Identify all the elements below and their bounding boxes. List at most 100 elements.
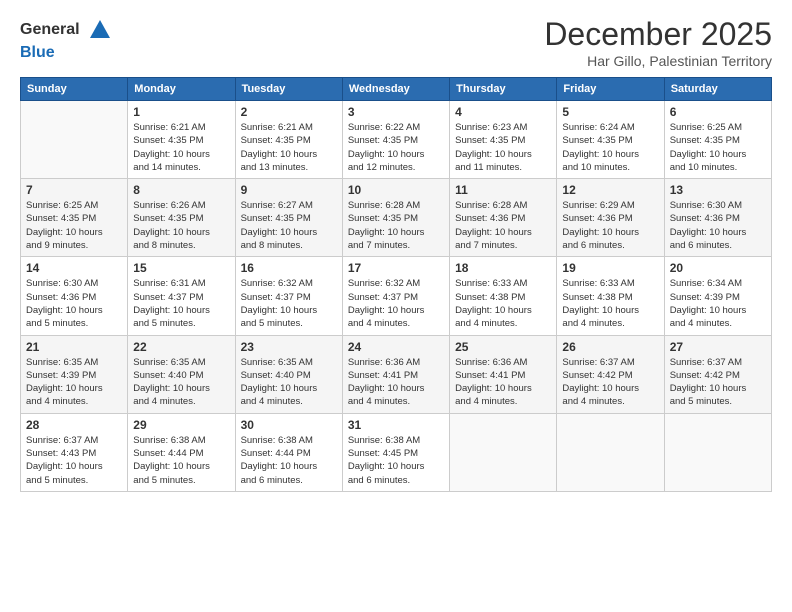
day-info: Sunrise: 6:35 AM Sunset: 4:40 PM Dayligh…: [133, 356, 229, 409]
day-info: Sunrise: 6:25 AM Sunset: 4:35 PM Dayligh…: [670, 121, 766, 174]
calendar-cell: 27 Sunrise: 6:37 AM Sunset: 4:42 PM Dayli…: [664, 335, 771, 413]
calendar-cell: 25 Sunrise: 6:36 AM Sunset: 4:41 PM Dayli…: [450, 335, 557, 413]
calendar-cell: 22 Sunrise: 6:35 AM Sunset: 4:40 PM Dayli…: [128, 335, 235, 413]
calendar-cell: 1 Sunrise: 6:21 AM Sunset: 4:35 PM Daylig…: [128, 101, 235, 179]
day-number: 7: [26, 183, 122, 197]
day-number: 3: [348, 105, 444, 119]
logo: General Blue: [20, 16, 114, 62]
day-info: Sunrise: 6:27 AM Sunset: 4:35 PM Dayligh…: [241, 199, 337, 252]
day-info: Sunrise: 6:24 AM Sunset: 4:35 PM Dayligh…: [562, 121, 658, 174]
calendar-week-row: 7 Sunrise: 6:25 AM Sunset: 4:35 PM Daylig…: [21, 179, 772, 257]
day-info: Sunrise: 6:31 AM Sunset: 4:37 PM Dayligh…: [133, 277, 229, 330]
calendar-cell: 12 Sunrise: 6:29 AM Sunset: 4:36 PM Dayli…: [557, 179, 664, 257]
day-info: Sunrise: 6:36 AM Sunset: 4:41 PM Dayligh…: [455, 356, 551, 409]
day-number: 11: [455, 183, 551, 197]
day-number: 28: [26, 418, 122, 432]
day-info: Sunrise: 6:22 AM Sunset: 4:35 PM Dayligh…: [348, 121, 444, 174]
calendar-header-row: SundayMondayTuesdayWednesdayThursdayFrid…: [21, 78, 772, 101]
calendar-cell: [21, 101, 128, 179]
day-number: 25: [455, 340, 551, 354]
day-number: 21: [26, 340, 122, 354]
day-number: 27: [670, 340, 766, 354]
calendar-cell: 10 Sunrise: 6:28 AM Sunset: 4:35 PM Dayli…: [342, 179, 449, 257]
day-number: 31: [348, 418, 444, 432]
calendar-cell: 7 Sunrise: 6:25 AM Sunset: 4:35 PM Daylig…: [21, 179, 128, 257]
day-number: 30: [241, 418, 337, 432]
day-number: 22: [133, 340, 229, 354]
calendar-cell: 3 Sunrise: 6:22 AM Sunset: 4:35 PM Daylig…: [342, 101, 449, 179]
day-number: 2: [241, 105, 337, 119]
calendar-cell: [450, 413, 557, 491]
calendar-header-saturday: Saturday: [664, 78, 771, 101]
day-number: 19: [562, 261, 658, 275]
day-info: Sunrise: 6:38 AM Sunset: 4:45 PM Dayligh…: [348, 434, 444, 487]
day-number: 29: [133, 418, 229, 432]
calendar-cell: 31 Sunrise: 6:38 AM Sunset: 4:45 PM Dayli…: [342, 413, 449, 491]
day-info: Sunrise: 6:21 AM Sunset: 4:35 PM Dayligh…: [241, 121, 337, 174]
day-info: Sunrise: 6:26 AM Sunset: 4:35 PM Dayligh…: [133, 199, 229, 252]
calendar-header-thursday: Thursday: [450, 78, 557, 101]
calendar-cell: 5Sunrise: 6:24 AM Sunset: 4:35 PM Daylig…: [557, 101, 664, 179]
calendar-cell: 16 Sunrise: 6:32 AM Sunset: 4:37 PM Dayli…: [235, 257, 342, 335]
day-info: Sunrise: 6:30 AM Sunset: 4:36 PM Dayligh…: [670, 199, 766, 252]
day-number: 17: [348, 261, 444, 275]
day-number: 16: [241, 261, 337, 275]
day-info: Sunrise: 6:33 AM Sunset: 4:38 PM Dayligh…: [562, 277, 658, 330]
day-number: 9: [241, 183, 337, 197]
calendar-cell: 14Sunrise: 6:30 AM Sunset: 4:36 PM Dayli…: [21, 257, 128, 335]
header: General Blue December 2025 Har Gillo, Pa…: [20, 16, 772, 69]
month-title: December 2025: [544, 16, 772, 53]
calendar-cell: 20 Sunrise: 6:34 AM Sunset: 4:39 PM Dayli…: [664, 257, 771, 335]
day-info: Sunrise: 6:37 AM Sunset: 4:43 PM Dayligh…: [26, 434, 122, 487]
calendar-table: SundayMondayTuesdayWednesdayThursdayFrid…: [20, 77, 772, 492]
day-info: Sunrise: 6:23 AM Sunset: 4:35 PM Dayligh…: [455, 121, 551, 174]
day-info: Sunrise: 6:37 AM Sunset: 4:42 PM Dayligh…: [670, 356, 766, 409]
day-number: 6: [670, 105, 766, 119]
day-info: Sunrise: 6:21 AM Sunset: 4:35 PM Dayligh…: [133, 121, 229, 174]
day-info: Sunrise: 6:34 AM Sunset: 4:39 PM Dayligh…: [670, 277, 766, 330]
day-number: 23: [241, 340, 337, 354]
day-info: Sunrise: 6:25 AM Sunset: 4:35 PM Dayligh…: [26, 199, 122, 252]
calendar-cell: 6 Sunrise: 6:25 AM Sunset: 4:35 PM Daylig…: [664, 101, 771, 179]
calendar-cell: 4Sunrise: 6:23 AM Sunset: 4:35 PM Daylig…: [450, 101, 557, 179]
calendar-cell: 2 Sunrise: 6:21 AM Sunset: 4:35 PM Daylig…: [235, 101, 342, 179]
calendar-cell: 9 Sunrise: 6:27 AM Sunset: 4:35 PM Daylig…: [235, 179, 342, 257]
day-number: 13: [670, 183, 766, 197]
day-number: 12: [562, 183, 658, 197]
day-info: Sunrise: 6:37 AM Sunset: 4:42 PM Dayligh…: [562, 356, 658, 409]
calendar-cell: 13 Sunrise: 6:30 AM Sunset: 4:36 PM Dayli…: [664, 179, 771, 257]
day-number: 14: [26, 261, 122, 275]
day-info: Sunrise: 6:29 AM Sunset: 4:36 PM Dayligh…: [562, 199, 658, 252]
day-info: Sunrise: 6:38 AM Sunset: 4:44 PM Dayligh…: [241, 434, 337, 487]
calendar-cell: 19 Sunrise: 6:33 AM Sunset: 4:38 PM Dayli…: [557, 257, 664, 335]
calendar-cell: [557, 413, 664, 491]
calendar-header-monday: Monday: [128, 78, 235, 101]
calendar-cell: 29 Sunrise: 6:38 AM Sunset: 4:44 PM Dayli…: [128, 413, 235, 491]
calendar-cell: 21Sunrise: 6:35 AM Sunset: 4:39 PM Dayli…: [21, 335, 128, 413]
calendar-cell: 17Sunrise: 6:32 AM Sunset: 4:37 PM Dayli…: [342, 257, 449, 335]
day-number: 24: [348, 340, 444, 354]
calendar-cell: [664, 413, 771, 491]
calendar-header-tuesday: Tuesday: [235, 78, 342, 101]
day-info: Sunrise: 6:38 AM Sunset: 4:44 PM Dayligh…: [133, 434, 229, 487]
day-number: 26: [562, 340, 658, 354]
calendar-week-row: 14Sunrise: 6:30 AM Sunset: 4:36 PM Dayli…: [21, 257, 772, 335]
day-info: Sunrise: 6:28 AM Sunset: 4:35 PM Dayligh…: [348, 199, 444, 252]
day-info: Sunrise: 6:28 AM Sunset: 4:36 PM Dayligh…: [455, 199, 551, 252]
calendar-cell: 8 Sunrise: 6:26 AM Sunset: 4:35 PM Daylig…: [128, 179, 235, 257]
title-block: December 2025 Har Gillo, Palestinian Ter…: [544, 16, 772, 69]
calendar-cell: 11 Sunrise: 6:28 AM Sunset: 4:36 PM Dayli…: [450, 179, 557, 257]
day-number: 20: [670, 261, 766, 275]
calendar-week-row: 1 Sunrise: 6:21 AM Sunset: 4:35 PM Daylig…: [21, 101, 772, 179]
location: Har Gillo, Palestinian Territory: [544, 53, 772, 69]
page: General Blue December 2025 Har Gillo, Pa…: [0, 0, 792, 612]
calendar-cell: 23Sunrise: 6:35 AM Sunset: 4:40 PM Dayli…: [235, 335, 342, 413]
calendar-cell: 18Sunrise: 6:33 AM Sunset: 4:38 PM Dayli…: [450, 257, 557, 335]
day-number: 15: [133, 261, 229, 275]
day-info: Sunrise: 6:32 AM Sunset: 4:37 PM Dayligh…: [241, 277, 337, 330]
day-number: 8: [133, 183, 229, 197]
day-info: Sunrise: 6:36 AM Sunset: 4:41 PM Dayligh…: [348, 356, 444, 409]
day-number: 10: [348, 183, 444, 197]
day-number: 1: [133, 105, 229, 119]
calendar-cell: 28 Sunrise: 6:37 AM Sunset: 4:43 PM Dayli…: [21, 413, 128, 491]
